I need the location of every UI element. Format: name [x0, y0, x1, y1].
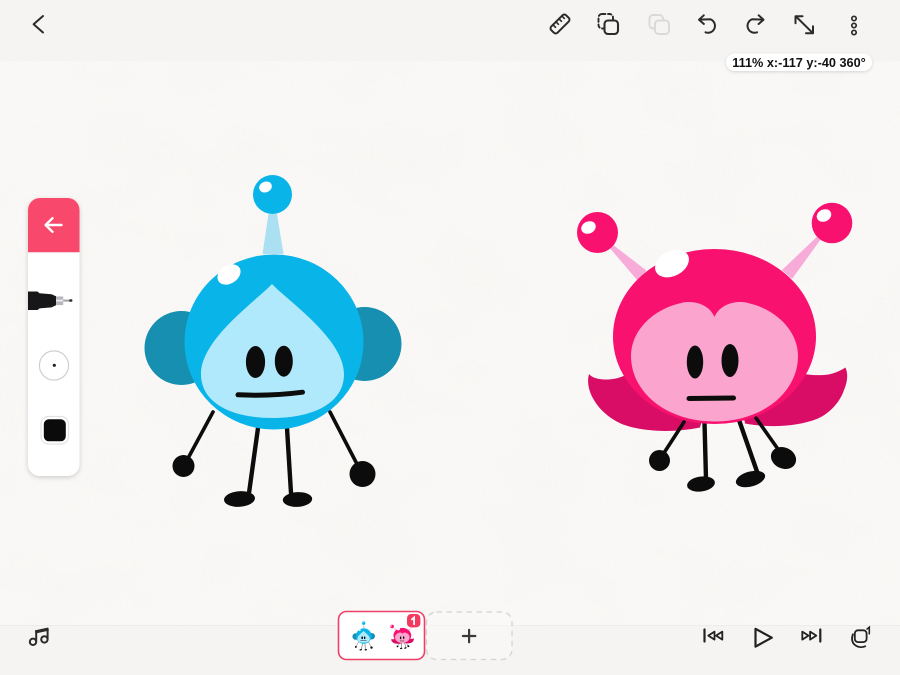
svg-text:111% x:-117 y:-40 360°: 111% x:-117 y:-40 360° [732, 56, 865, 70]
